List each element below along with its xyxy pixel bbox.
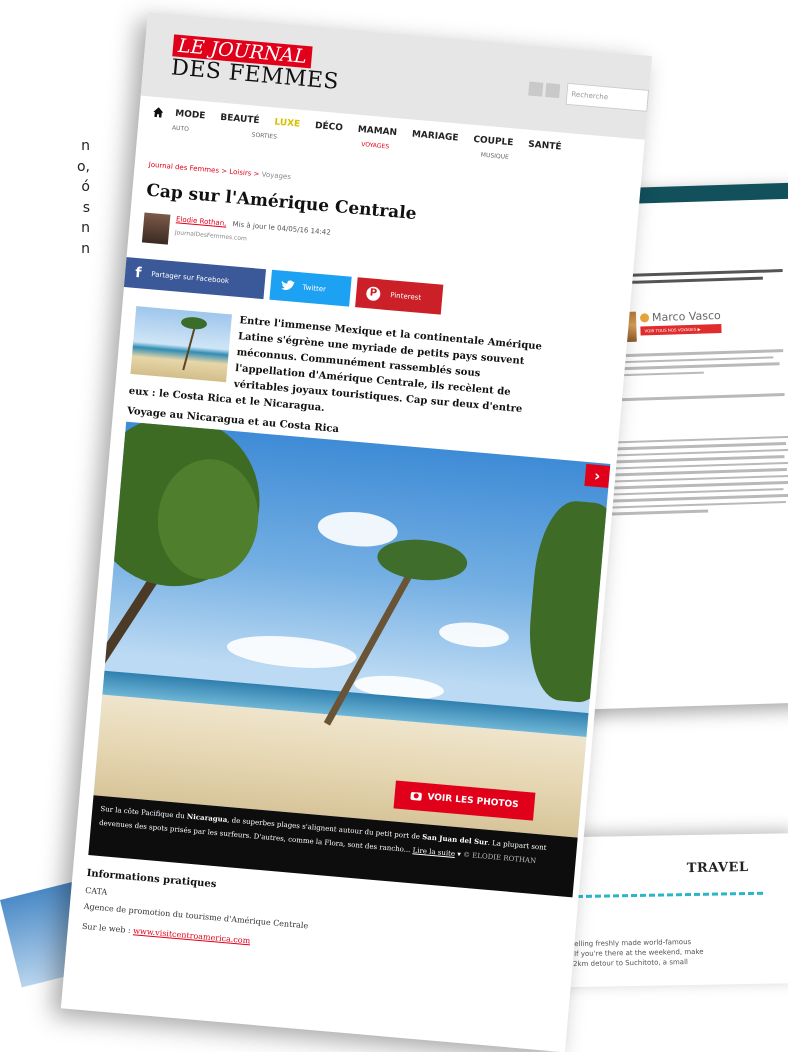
caption-bold: Nicaragua xyxy=(186,811,228,824)
nav-item-luxe[interactable]: LUXE xyxy=(274,117,301,129)
intro-thumbnail xyxy=(130,306,232,383)
voir-photos-label: VOIR LES PHOTOS xyxy=(426,792,519,811)
beach-photo[interactable]: › VOIR LES PHOTOS xyxy=(93,421,611,838)
nav-item-couple[interactable]: COUPLE xyxy=(473,135,514,148)
nav-item-mode[interactable]: MODE xyxy=(175,109,206,122)
home-icon[interactable] xyxy=(153,107,164,118)
web-label: Sur le web : xyxy=(81,921,134,936)
share-buttons: f Partager sur Facebook Twitter P Pinter… xyxy=(123,257,449,315)
camera-icon xyxy=(410,791,422,801)
breadcrumb: Journal des Femmes > Loisirs > Voyages xyxy=(148,160,292,182)
twitter-share-label: Twitter xyxy=(302,283,327,294)
nav-item-mariage[interactable]: MARIAGE xyxy=(411,129,458,143)
subnav-item-musique[interactable]: MUSIQUE xyxy=(480,152,509,161)
logo-line-2: DES FEMMES xyxy=(170,55,340,95)
pinterest-share-button[interactable]: P Pinterest xyxy=(355,277,444,315)
caption-bold: San Juan del Sur xyxy=(421,832,489,847)
author-name-link[interactable]: Elodie Rothan, xyxy=(176,215,227,227)
widget-brand-name: Marco Vasco xyxy=(640,309,721,325)
left-text-line: n xyxy=(81,240,90,257)
travel-heading: TRAVEL xyxy=(686,860,749,877)
photo-credit: © ELODIE ROTHAN xyxy=(462,850,537,866)
left-text-line: o, xyxy=(76,158,90,175)
site-logo[interactable]: LE JOURNAL DES FEMMES xyxy=(170,34,342,95)
nav-item-maman[interactable]: MAMAN xyxy=(357,125,397,138)
left-text-line: n xyxy=(81,138,90,154)
subnav-item-auto[interactable]: AUTO xyxy=(172,125,189,133)
facebook-share-button[interactable]: f Partager sur Facebook xyxy=(123,257,267,300)
bottom-text-line: the 12.2km detour to Suchitoto, a small xyxy=(548,958,689,969)
updated-date: Mis à jour le 04/05/16 14:42 xyxy=(232,220,332,237)
nav-item-beaute[interactable]: BEAUTÉ xyxy=(220,113,260,126)
read-more-link[interactable]: Lire la suite xyxy=(412,846,455,858)
nav-item-deco[interactable]: DÉCO xyxy=(315,121,344,133)
breadcrumb-item[interactable]: Loisirs xyxy=(229,168,252,178)
social-icon[interactable] xyxy=(528,81,544,97)
twitter-share-button[interactable]: Twitter xyxy=(269,269,352,307)
subnav-item-sorties[interactable]: SORTIES xyxy=(251,132,277,141)
caption-text: Sur la côte Pacifique du xyxy=(100,804,188,821)
info-line: CATA xyxy=(84,885,108,897)
pinterest-share-label: Pinterest xyxy=(389,291,422,302)
pinterest-icon: P xyxy=(365,286,381,302)
left-text-line: ó xyxy=(81,179,90,195)
search-input[interactable]: Recherche xyxy=(565,82,650,112)
widget-trips-button[interactable]: VOIR TOUS NOS VOYAGES ▶ xyxy=(640,324,722,336)
author-site: JournalDesFemmes.com xyxy=(174,229,248,243)
chevron-down-icon[interactable]: ▾ xyxy=(457,850,461,858)
chevron-right-icon: › xyxy=(593,466,602,486)
subnav-item-voyages[interactable]: VOYAGES xyxy=(361,141,389,150)
web-link[interactable]: www.visitcentroamerica.com xyxy=(133,926,251,945)
caption-text: rancho... xyxy=(378,843,411,855)
breadcrumb-item[interactable]: Journal des Femmes xyxy=(148,161,219,175)
social-icon[interactable] xyxy=(545,82,561,99)
next-slide-button[interactable]: › xyxy=(584,463,611,488)
nav-item-sante[interactable]: SANTÉ xyxy=(528,140,562,153)
article-page-screenshot: LE JOURNAL DES FEMMES Recherche MODE BEA… xyxy=(60,12,653,1052)
facebook-icon: f xyxy=(134,264,142,282)
left-text-line: n xyxy=(81,220,90,236)
bottom-page-text: shops selling freshly made world-famous … xyxy=(548,936,738,969)
left-text-column: n o, ó s n n xyxy=(0,136,90,259)
breadcrumb-current: Voyages xyxy=(261,170,292,182)
author-avatar xyxy=(141,212,171,245)
web-line: Sur le web : www.visitcentroamerica.com xyxy=(82,922,251,946)
left-text-line: s xyxy=(82,199,90,216)
facebook-share-label: Partager sur Facebook xyxy=(150,270,230,286)
twitter-bird-icon xyxy=(281,280,296,291)
